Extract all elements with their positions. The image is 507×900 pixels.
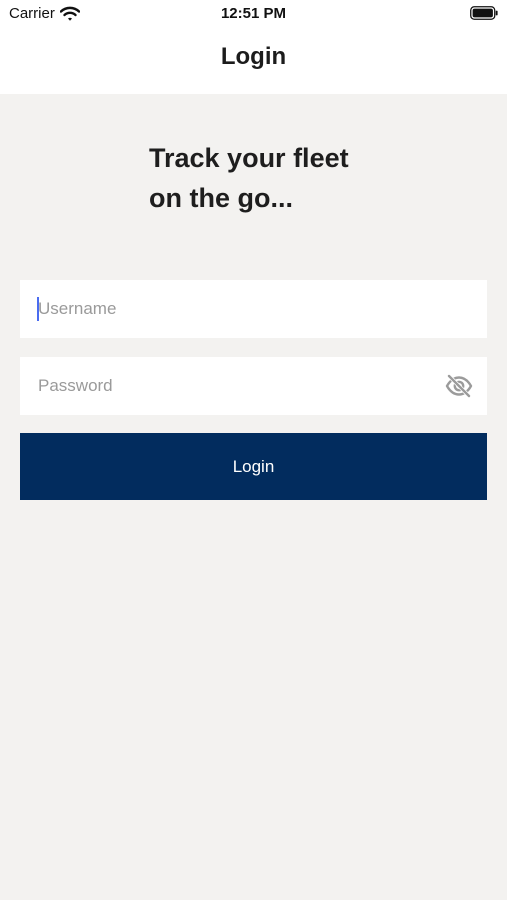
- headline-line-1: Track your fleet: [149, 143, 349, 173]
- battery-icon: [470, 6, 498, 20]
- username-field-container: [20, 280, 487, 338]
- eye-slash-icon[interactable]: [445, 373, 473, 399]
- headline: Track your fleet on the go...: [149, 138, 449, 218]
- username-input[interactable]: [20, 280, 487, 338]
- text-cursor: [37, 297, 39, 321]
- status-time: 12:51 PM: [220, 5, 287, 22]
- page-title: Login: [220, 43, 287, 70]
- status-bar: Carrier 12:51 PM: [0, 0, 507, 28]
- password-input[interactable]: [20, 357, 487, 415]
- header-area: Carrier 12:51 PM Login: [0, 0, 507, 94]
- login-button[interactable]: Login: [20, 433, 487, 500]
- password-field-container: [20, 357, 487, 415]
- login-screen: Carrier 12:51 PM Login Track your fleet …: [0, 0, 507, 900]
- headline-line-2: on the go...: [149, 183, 293, 213]
